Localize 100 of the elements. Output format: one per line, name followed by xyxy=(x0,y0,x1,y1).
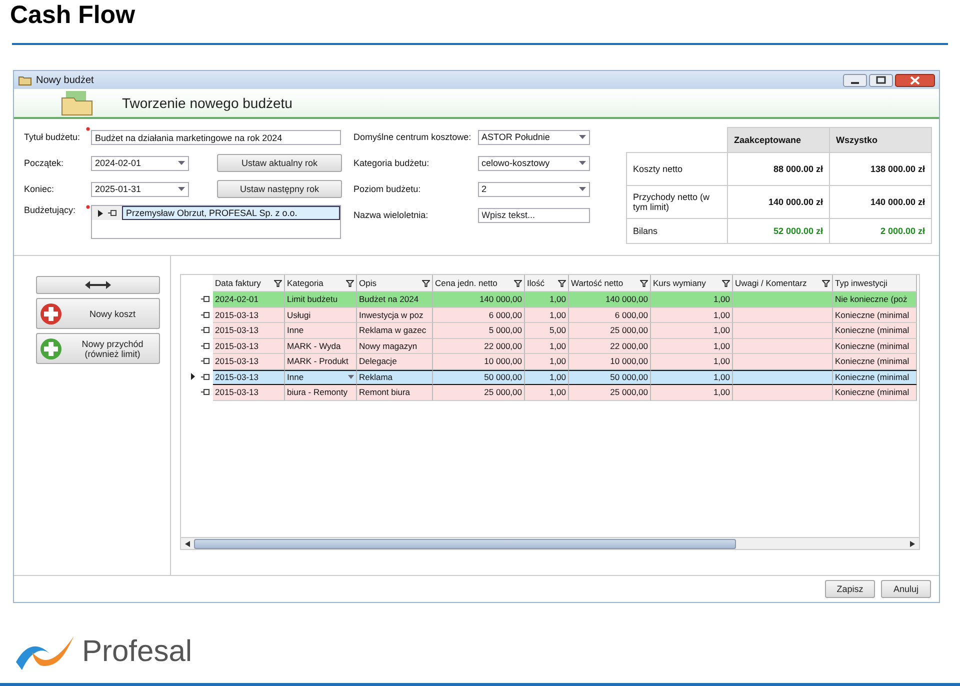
dropdown-field[interactable]: ASTOR Południe xyxy=(478,130,590,144)
filter-icon[interactable] xyxy=(514,280,522,286)
column-header[interactable]: Uwagi / Komentarz xyxy=(733,275,833,292)
field-label: Domyślne centrum kosztowe: xyxy=(354,132,472,142)
table-cell: 1,00 xyxy=(525,338,569,354)
row-label: Koszty netto xyxy=(626,152,728,186)
date-field[interactable]: 2024-02-01 xyxy=(91,156,189,170)
filter-icon[interactable] xyxy=(346,280,354,286)
column-header[interactable]: Data faktury xyxy=(213,275,285,292)
date-field[interactable]: 2025-01-31 xyxy=(91,182,189,196)
filter-icon[interactable] xyxy=(558,280,566,286)
table-cell: 2024-02-01 xyxy=(213,292,285,308)
column-header[interactable]: Kategoria xyxy=(285,275,357,292)
table-cell: Konieczne (minimal xyxy=(833,370,917,385)
dialog-button[interactable]: Anuluj xyxy=(881,580,931,598)
list-field[interactable]: Przemysław Obrzut, PROFESAL Sp. z o.o. xyxy=(91,205,341,239)
column-header: Zaakceptowane xyxy=(727,127,830,153)
column-header[interactable]: Wartość netto xyxy=(569,275,651,292)
amount-cell: 2 000.00 zł xyxy=(829,218,932,244)
table-cell: 140 000,00 xyxy=(433,292,525,308)
table-cell: 1,00 xyxy=(525,354,569,370)
column-header[interactable]: Cena jedn. netto xyxy=(433,275,525,292)
table-cell: Reklama w gazec xyxy=(357,323,433,338)
table-cell: Limit budżetu xyxy=(285,292,357,308)
horizontal-scrollbar[interactable] xyxy=(180,537,920,550)
folder-icon xyxy=(60,90,94,116)
column-header: Wszystko xyxy=(829,127,932,153)
new-income-button[interactable]: Nowy przychód (również limit) xyxy=(36,333,160,364)
dialog-button[interactable]: Zapisz xyxy=(825,580,875,598)
swap-button[interactable] xyxy=(36,276,160,294)
scroll-left-icon[interactable] xyxy=(185,540,190,546)
table-cell: 10 000,00 xyxy=(569,354,651,370)
dropdown-caret-icon[interactable] xyxy=(578,135,586,139)
table-cell: 2015-03-13 xyxy=(213,354,285,370)
set-year-button[interactable]: Ustaw następny rok xyxy=(217,180,342,198)
table-cell: 5 000,00 xyxy=(433,323,525,338)
column-header[interactable]: Opis xyxy=(357,275,433,292)
field-label: Poziom budżetu: xyxy=(354,184,422,194)
table-cell: Usługi xyxy=(285,308,357,323)
table-cell: 10 000,00 xyxy=(433,354,525,370)
row-pointer-icon xyxy=(98,210,103,216)
pin-icon xyxy=(201,312,210,318)
table-cell: 2015-03-13 xyxy=(213,338,285,354)
folder-icon xyxy=(18,74,32,86)
dropdown-caret-icon[interactable] xyxy=(578,187,586,191)
column-header[interactable]: Typ inwestycji xyxy=(833,275,917,292)
text-field[interactable]: Budżet na działania marketingowe na rok 2024 xyxy=(91,130,341,144)
field-label: Budżetujący: xyxy=(24,205,77,215)
dropdown-caret-icon[interactable] xyxy=(578,161,586,165)
field-label: Koniec: xyxy=(24,184,56,194)
slide-title: Cash Flow xyxy=(9,0,136,30)
filter-icon[interactable] xyxy=(822,280,830,286)
column-header[interactable]: Ilość xyxy=(525,275,569,292)
row-label: Bilans xyxy=(626,218,728,244)
scroll-right-icon[interactable] xyxy=(910,540,915,546)
dropdown-field[interactable]: 2 xyxy=(478,182,590,196)
scroll-thumb[interactable] xyxy=(194,538,736,548)
table-cell: Inwestycja w poz xyxy=(357,308,433,323)
plus-icon xyxy=(40,338,62,360)
table-cell: Budżet na 2024 xyxy=(357,292,433,308)
minimize-icon[interactable] xyxy=(843,74,867,86)
header-title: Tworzenie nowego budżetu xyxy=(122,95,292,111)
pin-icon xyxy=(201,327,210,334)
table-cell: Delegacje xyxy=(357,354,433,370)
filter-icon[interactable] xyxy=(722,280,730,286)
table-cell: Konieczne (minimal xyxy=(833,308,917,323)
dropdown-caret-icon[interactable] xyxy=(178,161,185,165)
table-cell: 25 000,00 xyxy=(569,385,651,400)
set-year-button[interactable]: Ustaw aktualny rok xyxy=(217,154,342,172)
table-cell: 1,00 xyxy=(651,354,733,370)
window-title: Nowy budżet xyxy=(36,74,94,86)
table-cell: 25 000,00 xyxy=(569,323,651,338)
text-field[interactable]: Wpisz tekst... xyxy=(478,208,590,222)
filter-icon[interactable] xyxy=(640,280,648,286)
column-header[interactable]: Kurs wymiany xyxy=(651,275,733,292)
dropdown-caret-icon[interactable] xyxy=(348,375,354,380)
table-cell: 1,00 xyxy=(651,338,733,354)
pin-icon xyxy=(201,358,210,364)
row-pointer-icon xyxy=(191,373,195,380)
plus-icon xyxy=(40,302,62,324)
table-cell: 1,00 xyxy=(525,370,569,385)
dropdown-field[interactable]: celowo-kosztowy xyxy=(478,156,590,170)
list-item[interactable]: Przemysław Obrzut, PROFESAL Sp. z o.o. xyxy=(122,206,340,220)
table-cell: Nowy magazyn xyxy=(357,338,433,354)
dropdown-caret-icon[interactable] xyxy=(178,187,185,191)
maximize-icon[interactable] xyxy=(869,74,893,86)
field-label: Kategoria budżetu: xyxy=(354,158,430,168)
table-cell: Konieczne (minimal xyxy=(833,338,917,354)
pin-icon xyxy=(201,389,210,396)
table-cell: 1,00 xyxy=(651,385,733,400)
close-icon[interactable] xyxy=(895,74,935,86)
table-cell: 50 000,00 xyxy=(433,370,525,385)
table-cell: 25 000,00 xyxy=(433,385,525,400)
table-cell: 2015-03-13 xyxy=(213,308,285,323)
table-cell: 1,00 xyxy=(651,292,733,308)
table-cell: 1,00 xyxy=(525,385,569,400)
filter-icon[interactable] xyxy=(422,280,430,286)
new-cost-button[interactable]: Nowy koszt xyxy=(36,298,160,329)
filter-icon[interactable] xyxy=(274,280,282,286)
table-cell: Remont biura xyxy=(357,385,433,400)
